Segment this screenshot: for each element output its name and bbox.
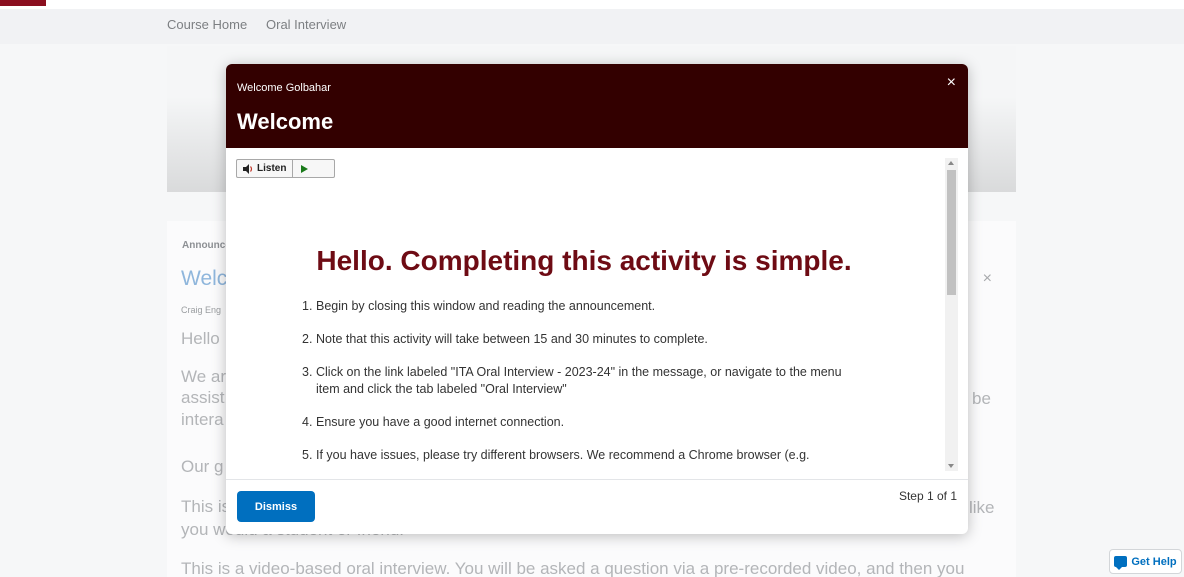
announcement-text: assist (181, 388, 225, 407)
close-icon[interactable]: × (947, 74, 956, 92)
scroll-down-icon[interactable] (948, 464, 954, 468)
announcement-author: Craig Eng (181, 305, 222, 315)
scroll-up-icon[interactable] (948, 161, 954, 165)
dismiss-announcement-icon[interactable]: × (983, 270, 992, 288)
play-icon (301, 164, 309, 173)
speaker-icon (243, 163, 253, 174)
dismiss-button[interactable]: Dismiss (237, 491, 315, 522)
dialog-scrollbar[interactable] (945, 158, 958, 471)
list-item: 4. Ensure you have a good internet connec… (302, 415, 565, 429)
dialog-content: Listen Hello. Completing this activity i… (226, 148, 942, 479)
content-heading: Hello. Completing this activity is simpl… (316, 245, 852, 276)
steps-list: 1. Begin by closing this window and readi… (302, 298, 862, 464)
welcome-dialog: Welcome Golbahar Welcome × Listen Hello.… (226, 64, 968, 534)
list-item: 1. Begin by closing this window and readi… (302, 299, 656, 313)
dialog-subtitle: Welcome Golbahar (237, 82, 331, 94)
dialog-title: Welcome (237, 109, 334, 134)
announcement-text: We ar (181, 367, 227, 386)
list-item: 2. Note that this activity will take betw… (302, 332, 708, 346)
top-bar (0, 0, 1184, 9)
listen-label: Listen (257, 163, 287, 174)
nav-oral-interview[interactable]: Oral Interview (266, 17, 346, 32)
dialog-header: Welcome Golbahar Welcome × (226, 64, 968, 148)
brand-logo[interactable] (0, 0, 46, 6)
list-item: 3. Click on the link labeled "ITA Oral In… (302, 365, 842, 396)
course-navbar: Course Home Oral Interview (0, 9, 1184, 44)
play-button[interactable] (293, 160, 316, 177)
announcement-text: Hello (181, 329, 220, 348)
announcement-text: be (972, 389, 991, 408)
listen-button[interactable]: Listen (237, 160, 294, 177)
get-help-button[interactable]: Get Help (1109, 549, 1182, 574)
dialog-body: Listen Hello. Completing this activity i… (226, 148, 968, 479)
announcement-text: This is a video-based oral interview. Yo… (181, 559, 965, 577)
step-counter: Step 1 of 1 (898, 489, 957, 503)
announcement-text: intera (181, 410, 224, 429)
dialog-footer: Dismiss Step 1 of 1 (226, 479, 968, 534)
listen-toolbar: Listen (236, 159, 335, 178)
chat-icon (1114, 556, 1128, 570)
announcement-text: like (969, 498, 995, 517)
announcement-text: This is (181, 497, 231, 516)
scroll-thumb[interactable] (947, 170, 956, 295)
get-help-label: Get Help (1131, 555, 1177, 568)
list-item: 5. If you have issues, please try differe… (302, 448, 810, 462)
announcement-text: Our g (181, 457, 224, 476)
nav-course-home[interactable]: Course Home (167, 17, 247, 32)
